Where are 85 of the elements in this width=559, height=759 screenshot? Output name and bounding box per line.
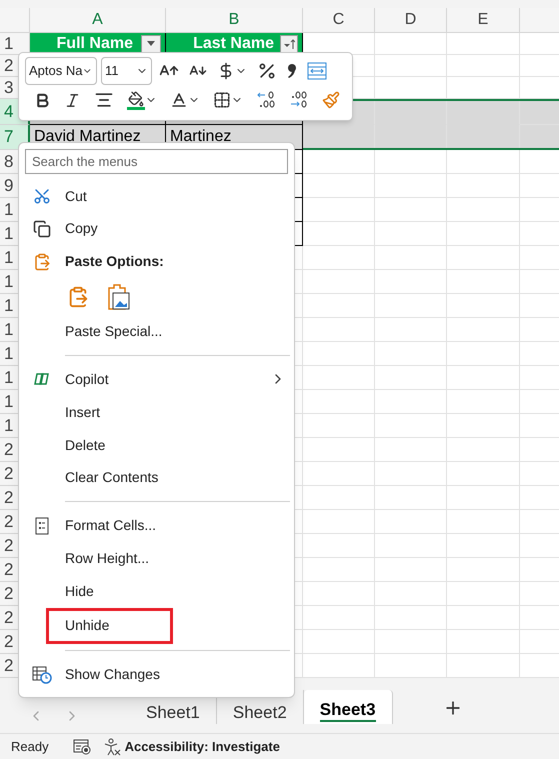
font-size-dropdown[interactable]: 11 — [101, 57, 152, 85]
copilot-icon — [34, 372, 50, 386]
grid-cell — [520, 486, 559, 510]
increase-decimal-icon — [289, 91, 309, 109]
cell-text: David Martinez — [34, 126, 141, 147]
grid-cell — [375, 654, 447, 678]
grid-cell — [520, 630, 559, 654]
grid-cell — [520, 174, 559, 198]
column-title: Full Name — [56, 34, 133, 54]
wrap-text-icon — [307, 62, 327, 80]
grid-cell — [375, 198, 447, 222]
grid-cell — [375, 486, 447, 510]
font-color-icon — [170, 91, 188, 109]
accessibility-status[interactable]: Accessibility: Investigate — [124, 736, 280, 756]
grid-cell — [375, 558, 447, 582]
search-field[interactable]: Search the menus — [25, 149, 288, 174]
grid-cell — [375, 294, 447, 318]
grid-cell — [375, 438, 447, 462]
macro-recording-icon[interactable] — [72, 738, 91, 754]
grid-cell — [375, 462, 447, 486]
grid-cell — [520, 294, 559, 318]
grid-cell — [375, 150, 447, 174]
decrease-decimal-icon — [256, 91, 276, 109]
grid-cell — [520, 510, 559, 534]
percent-icon — [257, 61, 277, 81]
grid-cell — [375, 582, 447, 606]
sheet-tab[interactable]: Sheet3 — [304, 690, 393, 724]
row-header[interactable]: 1 — [0, 33, 30, 55]
grid-cell — [375, 246, 447, 270]
grid-cell — [520, 99, 559, 124]
grid-cell — [520, 270, 559, 294]
accessibility-icon[interactable] — [102, 738, 121, 756]
grid-cell — [375, 222, 447, 246]
filter-button[interactable] — [141, 34, 161, 52]
grid-cell — [520, 246, 559, 270]
bold-icon — [34, 92, 51, 108]
grid-cell — [375, 99, 447, 124]
grid-cell — [520, 462, 559, 486]
grid-cell — [520, 366, 559, 390]
grid-cell — [375, 630, 447, 654]
format-cells-icon — [35, 516, 49, 535]
clipboard-icon — [67, 286, 89, 308]
comma-icon — [287, 63, 297, 79]
copy-icon — [33, 220, 51, 238]
grid-cell — [520, 606, 559, 630]
grid-cell — [375, 390, 447, 414]
italic-icon — [64, 92, 81, 108]
grid-cell — [520, 342, 559, 366]
grid-cell — [520, 77, 559, 99]
grid-cell — [375, 270, 447, 294]
grid-cell — [520, 414, 559, 438]
grid-cell — [520, 222, 559, 246]
grid-cell — [520, 534, 559, 558]
grid-cell — [520, 390, 559, 414]
grid-cell — [520, 582, 559, 606]
show-changes-icon — [32, 666, 52, 684]
fill-color-icon — [127, 90, 145, 110]
grid-cell — [375, 414, 447, 438]
status-mode: Ready — [11, 738, 49, 756]
grid-cell — [375, 77, 447, 99]
borders-icon — [213, 91, 231, 109]
grid-cell — [520, 318, 559, 342]
font-dropdown[interactable]: Aptos Na — [25, 57, 97, 85]
grid-cell — [375, 318, 447, 342]
clipboard-icon — [33, 252, 51, 271]
column-title: Last Name — [193, 34, 274, 54]
grid-cell — [520, 150, 559, 174]
scissors-icon — [33, 187, 51, 206]
dropdown-arrow-icon — [147, 41, 155, 46]
grid-cell — [520, 438, 559, 462]
grid-cell — [520, 198, 559, 222]
grid-cell — [375, 174, 447, 198]
grid-cell — [375, 606, 447, 630]
grid-cell — [375, 510, 447, 534]
grid-cell — [520, 55, 559, 77]
clipboard-picture-icon — [107, 282, 131, 311]
grid-cell — [375, 55, 447, 77]
paintbrush-icon — [322, 91, 340, 109]
cell-text: Martinez — [170, 126, 232, 147]
grid-cell — [375, 342, 447, 366]
grid-cell — [520, 558, 559, 582]
sort-filter-button[interactable] — [280, 34, 298, 52]
grid-cell — [375, 534, 447, 558]
sort-arrow-icon — [283, 38, 295, 50]
grid-cell — [375, 366, 447, 390]
